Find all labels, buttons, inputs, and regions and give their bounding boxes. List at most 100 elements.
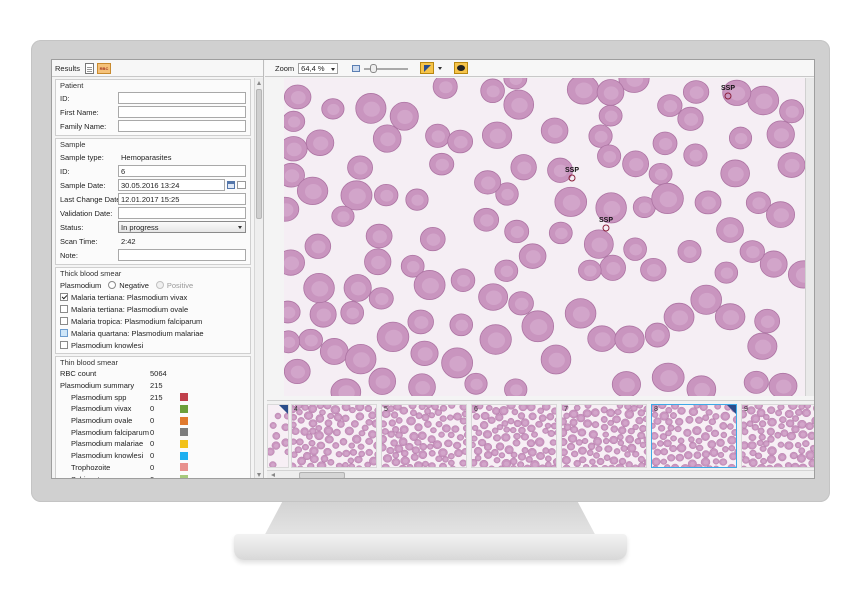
viewer-scrollbar[interactable] bbox=[805, 78, 814, 396]
family-name-input[interactable] bbox=[118, 120, 246, 132]
red-blood-cell bbox=[373, 184, 399, 207]
blood-smear-image[interactable]: SSP SSP SSP bbox=[284, 78, 805, 396]
thumbnail-scrollbar[interactable] bbox=[267, 470, 814, 478]
scrollbar-thumb[interactable] bbox=[256, 89, 262, 219]
red-blood-cell bbox=[677, 106, 704, 131]
species-checkbox[interactable] bbox=[60, 317, 68, 325]
thick-smear-group: Thick blood smear Plasmodium Negative Po… bbox=[55, 267, 251, 354]
sample-id-label: ID: bbox=[60, 166, 70, 176]
red-blood-cell bbox=[554, 429, 556, 436]
status-select[interactable]: In progress bbox=[118, 221, 246, 233]
microscopy-viewer[interactable]: SSP SSP SSP bbox=[284, 78, 805, 396]
class-color-swatch[interactable] bbox=[180, 428, 188, 437]
red-blood-cell bbox=[573, 405, 581, 411]
zoom-select[interactable]: 64,4 % bbox=[298, 62, 339, 74]
sample-id-input[interactable]: 6 bbox=[118, 165, 246, 177]
red-blood-cell bbox=[364, 248, 392, 276]
red-blood-cell bbox=[473, 446, 483, 456]
thumbnail-tile[interactable]: 7 bbox=[561, 404, 647, 468]
stat-row: Plasmodium malariae 0 bbox=[60, 438, 246, 450]
scrollbar-thumb[interactable] bbox=[299, 472, 345, 478]
red-blood-cell bbox=[575, 439, 583, 446]
thumbnail-number: 6 bbox=[474, 406, 478, 413]
red-blood-cell bbox=[652, 131, 678, 156]
red-blood-cell bbox=[591, 421, 600, 429]
first-name-input[interactable] bbox=[118, 106, 246, 118]
note-input[interactable] bbox=[118, 249, 246, 261]
rbc-view-icon[interactable]: RBC bbox=[97, 62, 112, 74]
red-blood-cell bbox=[779, 416, 787, 424]
chevron-down-icon[interactable] bbox=[438, 66, 443, 70]
species-checkbox[interactable] bbox=[60, 329, 68, 337]
red-blood-cell bbox=[712, 413, 720, 420]
red-blood-cell bbox=[763, 413, 770, 421]
red-blood-cell bbox=[581, 437, 589, 444]
scroll-left-icon[interactable] bbox=[271, 473, 275, 477]
red-blood-cell bbox=[784, 462, 792, 467]
sample-type-row: Sample type: Hemoparasites bbox=[60, 150, 246, 164]
species-checkbox[interactable] bbox=[60, 341, 68, 349]
annotation-mode-button[interactable] bbox=[420, 62, 435, 74]
stat-row: Trophozoite 0 bbox=[60, 462, 246, 474]
zoom-slider[interactable] bbox=[364, 63, 409, 74]
scroll-down-icon[interactable] bbox=[257, 473, 261, 477]
class-color-swatch[interactable] bbox=[180, 439, 188, 448]
class-color-swatch[interactable] bbox=[180, 393, 188, 402]
class-color-swatch[interactable] bbox=[180, 416, 188, 425]
species-option[interactable]: Malaria tropica: Plasmodium falciparum bbox=[60, 315, 246, 327]
results-label: Results bbox=[55, 63, 81, 73]
patient-id-input[interactable] bbox=[118, 92, 246, 104]
species-option[interactable]: Malaria tertiana: Plasmodium ovale bbox=[60, 303, 246, 315]
class-color-swatch[interactable] bbox=[180, 475, 188, 478]
thumbnail-image bbox=[652, 405, 736, 467]
validation-date-input[interactable] bbox=[118, 207, 246, 219]
report-document-icon[interactable] bbox=[85, 62, 95, 74]
species-checkbox[interactable] bbox=[60, 293, 68, 301]
red-blood-cell bbox=[453, 412, 462, 421]
thumbnail-partial[interactable] bbox=[267, 404, 289, 468]
red-blood-cell bbox=[748, 458, 758, 467]
thumbnail-tile[interactable]: 6 bbox=[471, 404, 557, 468]
red-blood-cell bbox=[719, 422, 728, 430]
red-blood-cell bbox=[777, 453, 787, 462]
thumbnail-tile[interactable]: 4 bbox=[291, 404, 377, 468]
red-blood-cell bbox=[284, 358, 311, 385]
red-blood-cell bbox=[701, 432, 710, 441]
negative-radio[interactable] bbox=[108, 281, 117, 289]
sample-date-input[interactable]: 30.05.2016 13:24 bbox=[118, 179, 225, 191]
thumbnail-tile[interactable]: 8 bbox=[651, 404, 737, 468]
red-blood-cell bbox=[316, 441, 326, 450]
red-blood-cell bbox=[632, 464, 639, 467]
last-change-input[interactable]: 12.01.2017 15:25 bbox=[118, 193, 246, 205]
show-markers-button[interactable] bbox=[454, 62, 469, 74]
species-option[interactable]: Malaria quartana: Plasmodium malariae bbox=[60, 327, 246, 339]
class-color-swatch[interactable] bbox=[180, 451, 188, 460]
time-picker-icon[interactable] bbox=[237, 181, 246, 189]
red-blood-cell bbox=[459, 405, 466, 411]
red-blood-cell bbox=[790, 462, 800, 467]
positive-radio[interactable] bbox=[155, 281, 164, 289]
red-blood-cell bbox=[748, 434, 757, 441]
fit-to-window-icon[interactable] bbox=[352, 64, 361, 72]
class-color-swatch[interactable] bbox=[180, 404, 188, 413]
red-blood-cell bbox=[435, 421, 443, 428]
species-option[interactable]: Plasmodium knowlesi bbox=[60, 339, 246, 351]
red-blood-cell bbox=[526, 405, 536, 412]
scroll-up-icon[interactable] bbox=[257, 81, 261, 85]
calendar-icon[interactable] bbox=[227, 181, 235, 189]
species-checkbox[interactable] bbox=[60, 305, 68, 313]
class-color-swatch[interactable] bbox=[180, 463, 188, 472]
thumbnail-tile[interactable]: 5 bbox=[381, 404, 467, 468]
species-option[interactable]: Malaria tertiana: Plasmodium vivax bbox=[60, 291, 246, 303]
results-scrollbar[interactable] bbox=[254, 78, 263, 478]
red-blood-cell bbox=[707, 440, 717, 449]
red-blood-cell bbox=[364, 461, 372, 467]
red-blood-cell bbox=[620, 418, 630, 428]
zoom-slider-thumb[interactable] bbox=[370, 63, 378, 73]
red-blood-cell bbox=[358, 430, 366, 437]
stat-value: 0 bbox=[150, 439, 155, 449]
red-blood-cell bbox=[439, 415, 447, 422]
thumbnail-tile[interactable]: 9 bbox=[741, 404, 814, 468]
red-blood-cell bbox=[583, 229, 614, 259]
red-blood-cell bbox=[701, 450, 710, 459]
